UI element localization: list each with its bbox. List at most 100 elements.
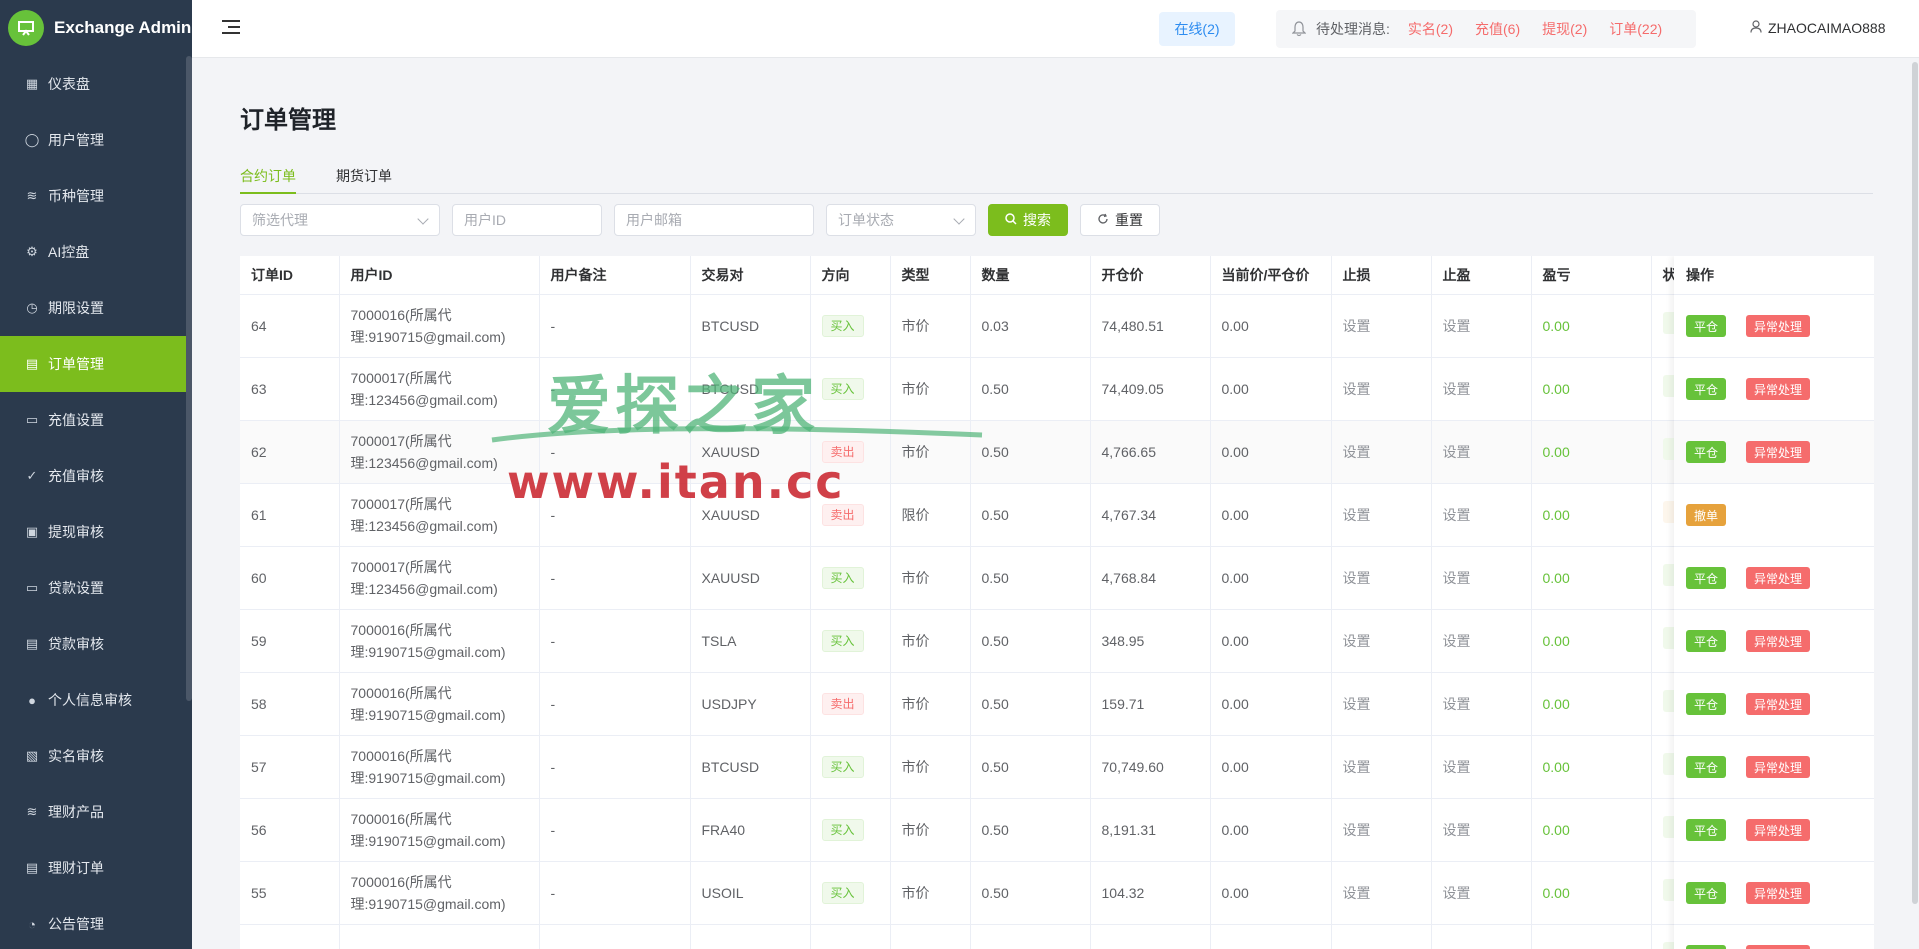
sidebar-item-7[interactable]: ✓ 充值审核 (0, 448, 192, 504)
abnormal-handling-button[interactable]: 异常处理 (1746, 756, 1811, 778)
pending-realname-link[interactable]: 实名(2) (1408, 19, 1453, 39)
pending-messages: 待处理消息: 实名(2) 充值(6) 提现(2) 订单(22) (1276, 10, 1696, 48)
abnormal-handling-button[interactable]: 异常处理 (1746, 378, 1811, 400)
sidebar-item-4[interactable]: ◷ 期限设置 (0, 280, 192, 336)
close-position-button[interactable]: 平仓 (1686, 945, 1727, 949)
main-scrollbar-thumb[interactable] (1912, 62, 1918, 904)
agent-select[interactable]: 筛选代理 (240, 204, 440, 236)
sidebar-item-5[interactable]: ▤ 订单管理 (0, 336, 192, 392)
sidebar-item-6[interactable]: ▭ 充值设置 (0, 392, 192, 448)
table-row[interactable]: 57 7000016(所属代理:9190715@gmail.com) - BTCUSD… (240, 735, 1874, 799)
take-profit-link[interactable]: 设置 (1431, 609, 1532, 673)
sidebar-item-label: 订单管理 (48, 356, 104, 372)
pending-deposit-link[interactable]: 充值(6) (1475, 19, 1520, 39)
pending-order-link[interactable]: 订单(22) (1609, 19, 1662, 39)
table-row[interactable]: 63 7000017(所属代理:123456@gmail.com) - BTCUSD 买… (240, 357, 1874, 421)
sidebar-item-1[interactable]: ◯ 用户管理 (0, 112, 192, 168)
table-row[interactable]: 58 7000016(所属代理:9190715@gmail.com) - USDJPY… (240, 672, 1874, 736)
table-row[interactable]: 61 7000017(所属代理:123456@gmail.com) - XAUUSD 卖… (240, 483, 1874, 547)
sidebar-item-label: 贷款设置 (48, 580, 104, 596)
table-row[interactable]: 60 7000017(所属代理:123456@gmail.com) - XAUUSD 买… (240, 546, 1874, 610)
abnormal-handling-button[interactable]: 异常处理 (1746, 630, 1811, 652)
close-position-button[interactable]: 平仓 (1686, 630, 1727, 652)
table-row[interactable]: 64 7000016(所属代理:9190715@gmail.com) - BTCUSD… (240, 294, 1874, 358)
stop-loss-link[interactable]: 设置 (1331, 294, 1432, 358)
cancel-order-button[interactable]: 撤单 (1686, 504, 1727, 526)
sidebar-item-10[interactable]: ▤ 贷款审核 (0, 616, 192, 672)
sidebar-item-8[interactable]: ▣ 提现审核 (0, 504, 192, 560)
sidebar-item-13[interactable]: ≋ 理财产品 (0, 784, 192, 840)
page-title: 订单管理 (240, 107, 336, 134)
operations-cell: 平仓异常处理 (1674, 799, 1874, 862)
abnormal-handling-button[interactable]: 异常处理 (1746, 315, 1811, 337)
reset-button[interactable]: 重置 (1080, 204, 1160, 236)
abnormal-handling-button[interactable]: 异常处理 (1746, 945, 1811, 949)
close-position-button[interactable]: 平仓 (1686, 378, 1727, 400)
stop-loss-link[interactable]: 设置 (1331, 735, 1432, 799)
user-id-input[interactable] (452, 204, 602, 236)
close-position-button[interactable]: 平仓 (1686, 567, 1727, 589)
stop-loss-link[interactable]: 设置 (1331, 357, 1432, 421)
sidebar-item-14[interactable]: ▤ 理财订单 (0, 840, 192, 896)
open-price-cell: 70,749.60 (1090, 735, 1211, 799)
online-status-badge[interactable]: 在线(2) (1159, 12, 1235, 46)
close-position-button[interactable]: 平仓 (1686, 693, 1727, 715)
user-email-input[interactable] (614, 204, 814, 236)
tab-futures-orders[interactable]: 期货订单 (336, 166, 392, 186)
stop-loss-link[interactable]: 设置 (1331, 546, 1432, 610)
menu-toggle-icon[interactable] (222, 20, 240, 36)
take-profit-link[interactable] (1431, 924, 1532, 949)
take-profit-link[interactable]: 设置 (1431, 861, 1532, 925)
brand[interactable]: Exchange Admin (0, 0, 192, 56)
abnormal-handling-button[interactable]: 异常处理 (1746, 441, 1811, 463)
pending-withdraw-link[interactable]: 提现(2) (1542, 19, 1587, 39)
sidebar-item-11[interactable]: ● 个人信息审核 (0, 672, 192, 728)
open-price-cell: 8,191.31 (1090, 798, 1211, 862)
order-status-select[interactable]: 订单状态 (826, 204, 976, 236)
abnormal-handling-button[interactable]: 异常处理 (1746, 882, 1811, 904)
take-profit-link[interactable]: 设置 (1431, 357, 1532, 421)
sidebar-item-15[interactable]: ◔ 公告管理 (0, 896, 192, 949)
stop-loss-link[interactable] (1331, 924, 1432, 949)
sidebar-item-0[interactable]: ▦ 仪表盘 (0, 56, 192, 112)
take-profit-link[interactable]: 设置 (1431, 294, 1532, 358)
table-row[interactable]: 62 7000017(所属代理:123456@gmail.com) - XAUUSD 卖… (240, 420, 1874, 484)
abnormal-handling-button[interactable]: 异常处理 (1746, 567, 1811, 589)
table-row[interactable]: 55 7000016(所属代理:9190715@gmail.com) - USOIL 买… (240, 861, 1874, 925)
abnormal-handling-button[interactable]: 异常处理 (1746, 819, 1811, 841)
current-price-cell: 0.00 (1210, 294, 1332, 358)
close-position-button[interactable]: 平仓 (1686, 882, 1727, 904)
take-profit-link[interactable]: 设置 (1431, 798, 1532, 862)
user-id-field[interactable] (464, 212, 601, 228)
take-profit-link[interactable]: 设置 (1431, 483, 1532, 547)
abnormal-handling-button[interactable]: 异常处理 (1746, 693, 1811, 715)
close-position-button[interactable]: 平仓 (1686, 819, 1727, 841)
search-button[interactable]: 搜索 (988, 204, 1068, 236)
close-position-button[interactable]: 平仓 (1686, 315, 1727, 337)
take-profit-link[interactable]: 设置 (1431, 672, 1532, 736)
stop-loss-link[interactable]: 设置 (1331, 420, 1432, 484)
table-row[interactable]: 7000016(所属代 (240, 924, 1874, 949)
close-position-button[interactable]: 平仓 (1686, 441, 1727, 463)
sidebar-item-9[interactable]: ▭ 贷款设置 (0, 560, 192, 616)
user-email-field[interactable] (626, 212, 813, 228)
stop-loss-link[interactable]: 设置 (1331, 861, 1432, 925)
user-note-cell: - (539, 420, 691, 484)
main-scrollbar[interactable] (1911, 58, 1919, 949)
sidebar-item-3[interactable]: ⚙ AI控盘 (0, 224, 192, 280)
sidebar-item-12[interactable]: ▧ 实名审核 (0, 728, 192, 784)
table-row[interactable]: 59 7000016(所属代理:9190715@gmail.com) - TSLA 买入… (240, 609, 1874, 673)
quantity-cell: 0.50 (970, 798, 1091, 862)
take-profit-link[interactable]: 设置 (1431, 420, 1532, 484)
stop-loss-link[interactable]: 设置 (1331, 483, 1432, 547)
close-position-button[interactable]: 平仓 (1686, 756, 1727, 778)
stop-loss-link[interactable]: 设置 (1331, 798, 1432, 862)
user-menu[interactable]: ZHAOCAIMAO888 (1750, 20, 1885, 36)
tab-contract-orders[interactable]: 合约订单 (240, 166, 296, 186)
take-profit-link[interactable]: 设置 (1431, 735, 1532, 799)
sidebar-item-2[interactable]: ≋ 币种管理 (0, 168, 192, 224)
table-row[interactable]: 56 7000016(所属代理:9190715@gmail.com) - FRA40 买… (240, 798, 1874, 862)
stop-loss-link[interactable]: 设置 (1331, 609, 1432, 673)
stop-loss-link[interactable]: 设置 (1331, 672, 1432, 736)
take-profit-link[interactable]: 设置 (1431, 546, 1532, 610)
